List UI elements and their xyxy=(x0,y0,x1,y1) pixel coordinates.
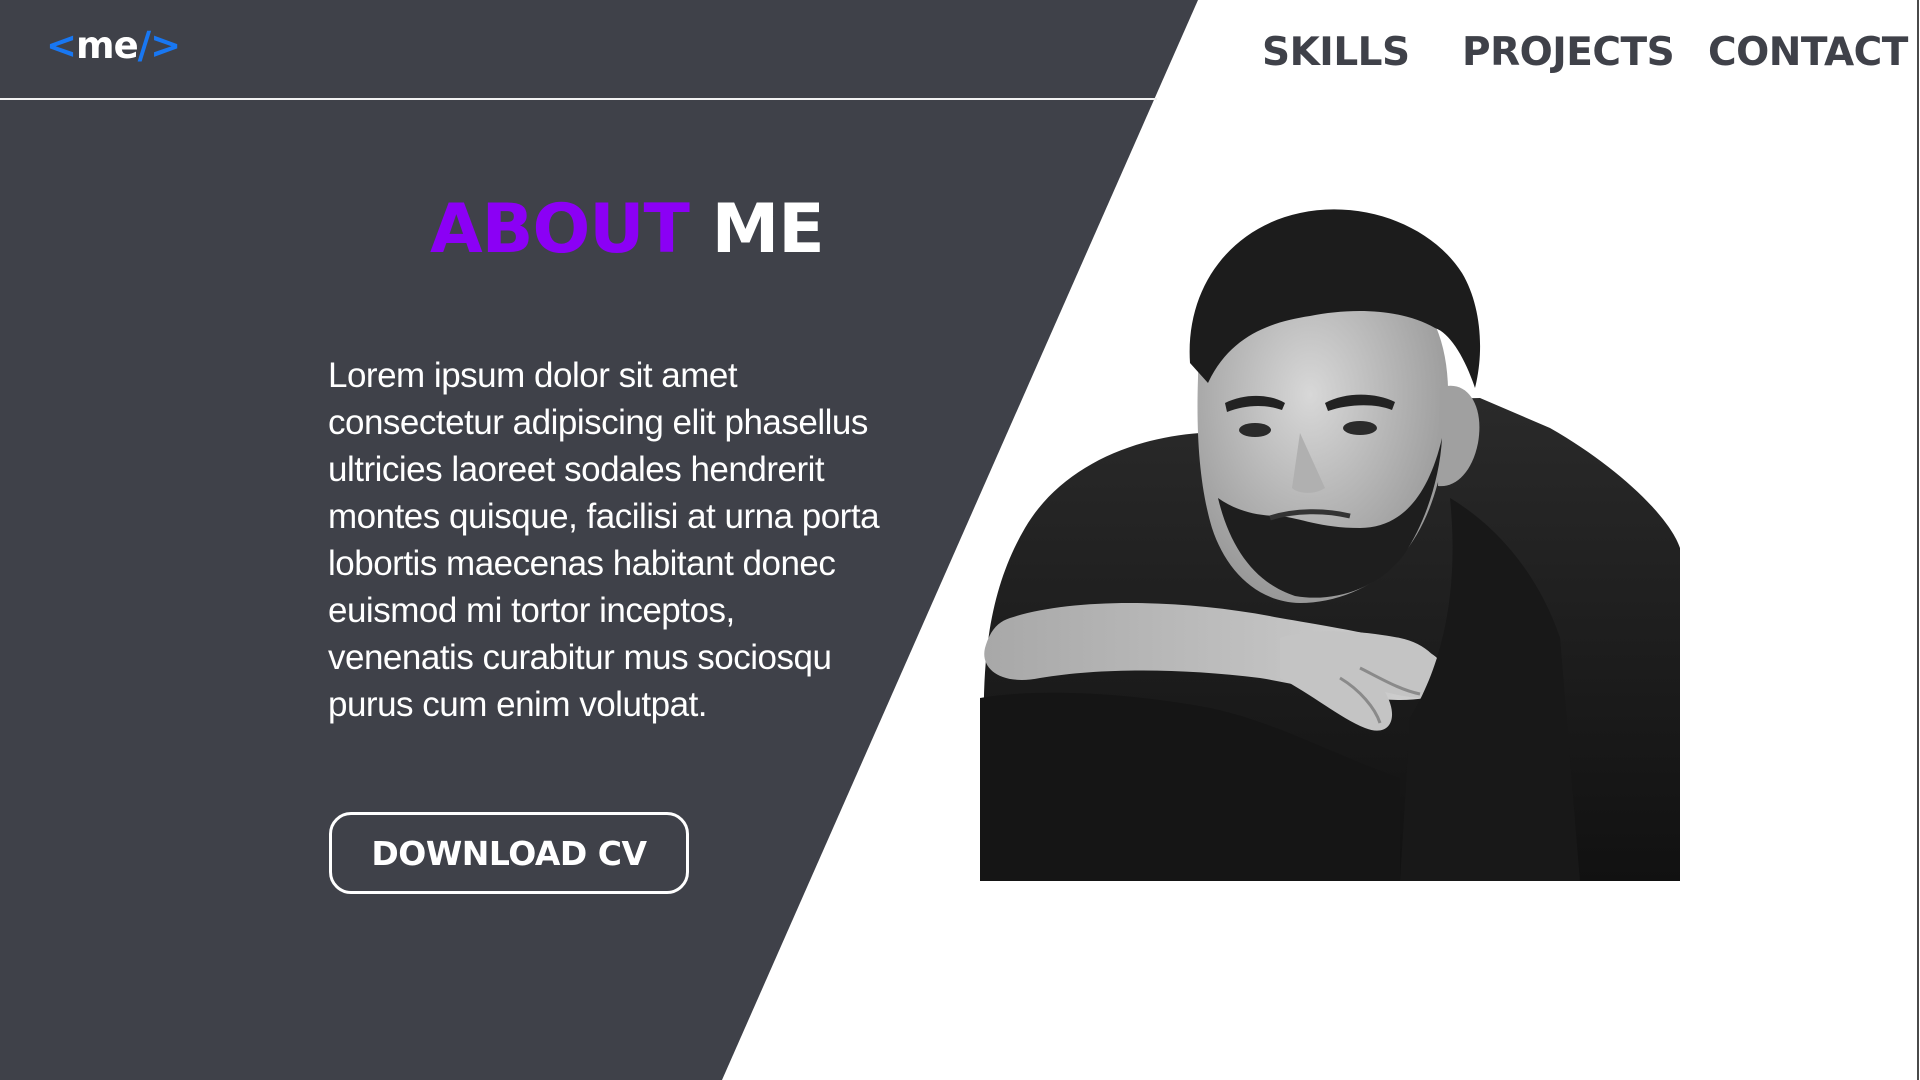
download-cv-button[interactable]: DOWNLOAD CV xyxy=(329,812,689,894)
title-highlight: ABOUT xyxy=(430,190,690,269)
title-rest: ME xyxy=(711,190,825,269)
portrait-photo xyxy=(980,209,1680,881)
bio-line: Lorem ipsum dolor sit amet xyxy=(328,356,738,395)
logo-open: < xyxy=(46,24,77,67)
bio-line: venenatis curabitur mus sociosqu xyxy=(328,638,832,677)
page-title: ABOUT ME xyxy=(430,190,825,269)
about-text: Lorem ipsum dolor sit amet consectetur a… xyxy=(328,352,928,728)
logo[interactable]: <me/> xyxy=(46,24,182,67)
bio-line: consectetur adipiscing elit phasellus xyxy=(328,403,868,442)
bio-line: montes quisque, facilisi at urna porta xyxy=(328,497,880,536)
bio-line: ultricies laoreet sodales hendrerit xyxy=(328,450,825,489)
nav-skills[interactable]: SKILLS xyxy=(1262,30,1410,75)
bio-line: lobortis maecenas habitant donec xyxy=(328,544,836,583)
bio-line: purus cum enim volutpat. xyxy=(328,685,708,724)
logo-text: me xyxy=(76,24,139,67)
nav-contact[interactable]: CONTACT xyxy=(1708,30,1908,75)
header-divider xyxy=(0,98,1157,100)
page-edge xyxy=(1917,0,1919,1080)
logo-close: /> xyxy=(137,24,182,67)
bio-line: euismod mi tortor inceptos, xyxy=(328,591,735,630)
nav-projects[interactable]: PROJECTS xyxy=(1462,30,1675,75)
